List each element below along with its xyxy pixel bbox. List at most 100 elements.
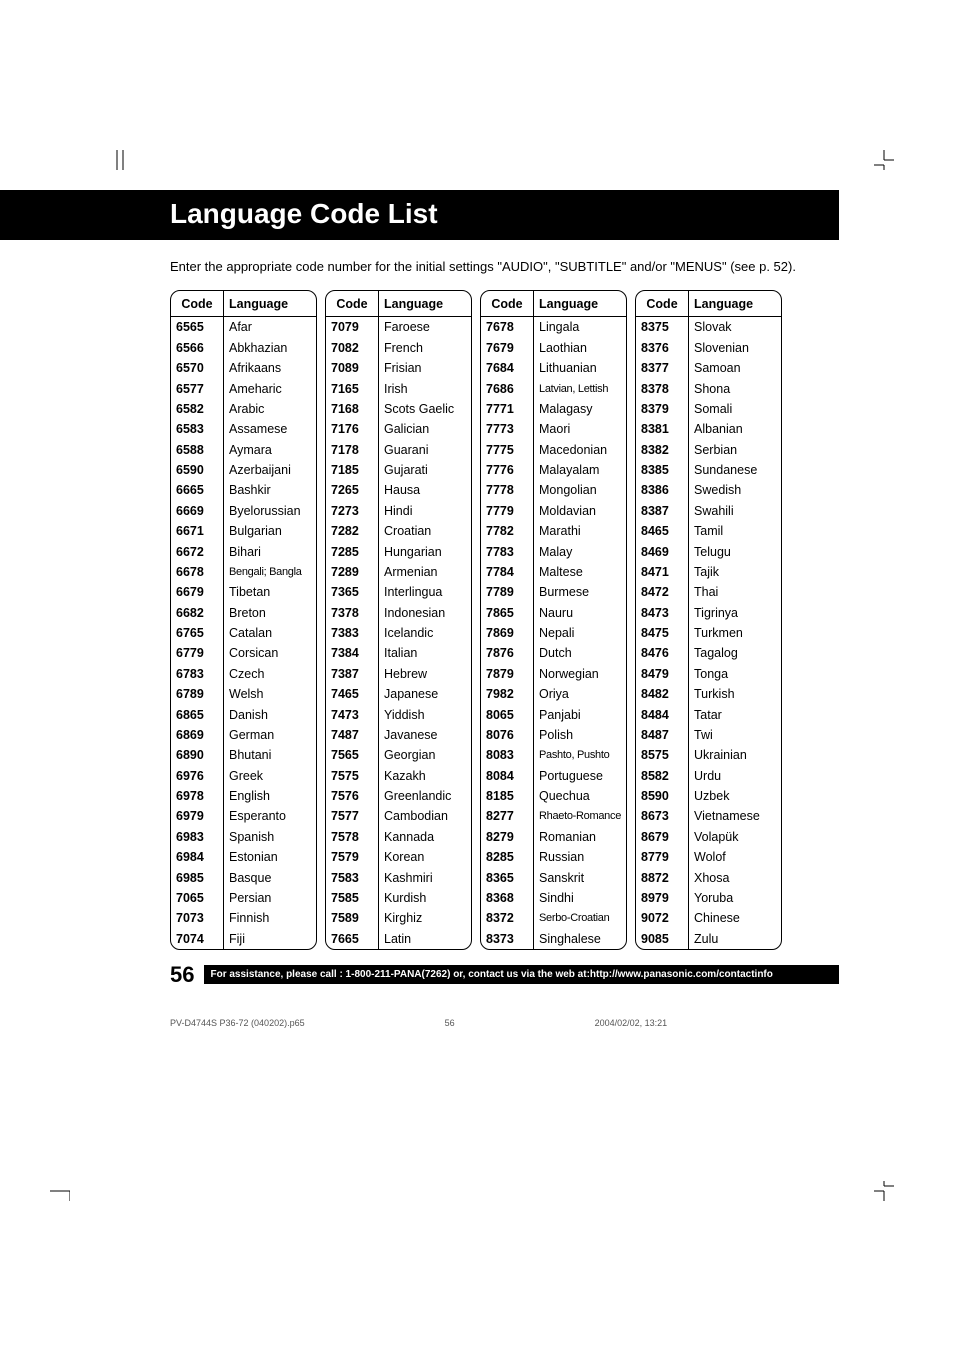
language-cell: Ukrainian <box>689 745 782 765</box>
table-row: 6577Ameharic <box>171 378 316 398</box>
language-cell: Kazakh <box>379 765 472 785</box>
code-table-3: CodeLanguage7678Lingala7679Laothian7684L… <box>480 290 627 950</box>
code-cell: 7869 <box>481 623 534 643</box>
language-cell: Azerbaijani <box>224 460 317 480</box>
language-cell: Sanskrit <box>534 867 627 887</box>
code-cell: 7289 <box>326 562 379 582</box>
language-cell: Singhalese <box>534 928 627 948</box>
language-cell: Hindi <box>379 501 472 521</box>
code-cell: 8979 <box>636 888 689 908</box>
language-cell: Indonesian <box>379 602 472 622</box>
language-cell: Japanese <box>379 684 472 704</box>
code-cell: 8475 <box>636 623 689 643</box>
language-cell: Thai <box>689 582 782 602</box>
code-cell: 8476 <box>636 643 689 663</box>
language-cell: Irish <box>379 378 472 398</box>
code-cell: 8377 <box>636 358 689 378</box>
language-cell: Macedonian <box>534 439 627 459</box>
code-cell: 8076 <box>481 725 534 745</box>
table-row: 8979Yoruba <box>636 888 781 908</box>
language-cell: Slovenian <box>689 338 782 358</box>
language-cell: Norwegian <box>534 664 627 684</box>
language-cell: Persian <box>224 888 317 908</box>
language-cell: Wolof <box>689 847 782 867</box>
code-cell: 8373 <box>481 928 534 948</box>
table-row: 8378Shona <box>636 378 781 398</box>
table-row: 8479Tonga <box>636 664 781 684</box>
language-cell: Czech <box>224 664 317 684</box>
code-cell: 8575 <box>636 745 689 765</box>
table-row: 6565Afar <box>171 317 316 338</box>
language-cell: Hungarian <box>379 541 472 561</box>
language-cell: Breton <box>224 602 317 622</box>
code-cell: 8484 <box>636 704 689 724</box>
language-cell: Xhosa <box>689 867 782 887</box>
language-cell: Maltese <box>534 562 627 582</box>
language-cell: Armenian <box>379 562 472 582</box>
table-row: 8872Xhosa <box>636 867 781 887</box>
code-cell: 7165 <box>326 378 379 398</box>
code-cell: 6983 <box>171 827 224 847</box>
language-cell: Tigrinya <box>689 602 782 622</box>
header-code: Code <box>171 291 224 317</box>
code-cell: 7273 <box>326 501 379 521</box>
code-cell: 7473 <box>326 704 379 724</box>
table-row: 8083Pashto, Pushto <box>481 745 626 765</box>
table-row: 8076Polish <box>481 725 626 745</box>
crop-mark-icon <box>874 150 894 170</box>
code-cell: 7074 <box>171 928 224 948</box>
language-cell: Tagalog <box>689 643 782 663</box>
table-row: 7575Kazakh <box>326 765 471 785</box>
language-cell: Quechua <box>534 786 627 806</box>
code-cell: 6789 <box>171 684 224 704</box>
language-cell: Samoan <box>689 358 782 378</box>
table-row: 7782Marathi <box>481 521 626 541</box>
language-cell: Shona <box>689 378 782 398</box>
table-row: 8377Samoan <box>636 358 781 378</box>
code-cell: 7771 <box>481 399 534 419</box>
language-cell: Turkmen <box>689 623 782 643</box>
language-cell: Kurdish <box>379 888 472 908</box>
language-cell: Tajik <box>689 562 782 582</box>
crop-mark-icon <box>50 1181 70 1201</box>
table-row: 6869German <box>171 725 316 745</box>
table-row: 7185Gujarati <box>326 460 471 480</box>
language-cell: Greek <box>224 765 317 785</box>
language-cell: Maori <box>534 419 627 439</box>
code-cell: 8482 <box>636 684 689 704</box>
print-date: 2004/02/02, 13:21 <box>595 1018 668 1028</box>
language-cell: Fiji <box>224 928 317 948</box>
code-cell: 6985 <box>171 867 224 887</box>
language-cell: Burmese <box>534 582 627 602</box>
language-cell: Bulgarian <box>224 521 317 541</box>
table-row: 8084Portuguese <box>481 765 626 785</box>
table-row: 7879Norwegian <box>481 664 626 684</box>
table-row: 8476Tagalog <box>636 643 781 663</box>
language-cell: Kirghiz <box>379 908 472 928</box>
code-cell: 7879 <box>481 664 534 684</box>
language-cell: Oriya <box>534 684 627 704</box>
code-cell: 7079 <box>326 317 379 338</box>
code-cell: 8381 <box>636 419 689 439</box>
language-cell: Swahili <box>689 501 782 521</box>
code-cell: 7577 <box>326 806 379 826</box>
code-cell: 8382 <box>636 439 689 459</box>
language-cell: Afrikaans <box>224 358 317 378</box>
code-cell: 8590 <box>636 786 689 806</box>
language-cell: Spanish <box>224 827 317 847</box>
table-row: 6865Danish <box>171 704 316 724</box>
language-cell: Faroese <box>379 317 472 338</box>
language-cell: Welsh <box>224 684 317 704</box>
language-cell: Bashkir <box>224 480 317 500</box>
language-cell: Tibetan <box>224 582 317 602</box>
language-cell: Malay <box>534 541 627 561</box>
table-row: 7577Cambodian <box>326 806 471 826</box>
code-cell: 6783 <box>171 664 224 684</box>
table-row: 7565Georgian <box>326 745 471 765</box>
language-cell: Georgian <box>379 745 472 765</box>
language-cell: Kashmiri <box>379 867 472 887</box>
language-cell: Somali <box>689 399 782 419</box>
code-cell: 6565 <box>171 317 224 338</box>
code-cell: 6577 <box>171 378 224 398</box>
language-cell: Nauru <box>534 602 627 622</box>
